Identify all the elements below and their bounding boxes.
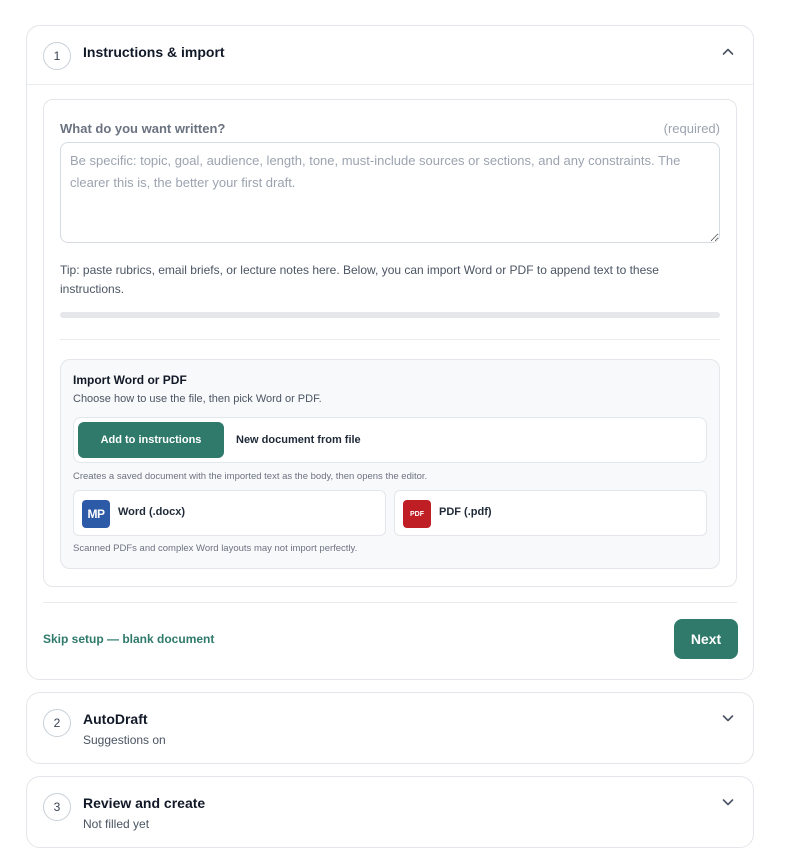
- step-3-card[interactable]: 3 Review and create Not filled yet: [26, 776, 754, 848]
- import-word-button[interactable]: MP Word (.docx): [73, 490, 386, 536]
- instructions-label: What do you want written?: [60, 121, 226, 136]
- chevron-down-icon[interactable]: [721, 711, 735, 725]
- import-subtitle: Choose how to use the file, then pick Wo…: [73, 393, 322, 405]
- step-3-subtitle: Not filled yet: [83, 817, 150, 831]
- instructions-textarea[interactable]: [60, 142, 720, 243]
- step-1-card: 1 Instructions & import What do you want…: [26, 25, 754, 680]
- import-section: Import Word or PDF Choose how to use the…: [60, 359, 720, 569]
- section-divider: [60, 339, 720, 340]
- pdf-label: PDF (.pdf): [439, 506, 492, 518]
- step-2-number: 2: [43, 709, 71, 737]
- step-1-number: 1: [43, 42, 71, 70]
- skip-setup-link[interactable]: Skip setup — blank document: [43, 632, 214, 646]
- header-divider: [27, 84, 753, 85]
- step-1-title: Instructions & import: [83, 44, 225, 60]
- import-title: Import Word or PDF: [73, 373, 187, 387]
- step-3-number: 3: [43, 793, 71, 821]
- step-3-title: Review and create: [83, 795, 206, 811]
- step-2-card[interactable]: 2 AutoDraft Suggestions on: [26, 692, 754, 764]
- import-mode-note: Creates a saved document with the import…: [73, 471, 428, 482]
- chevron-up-icon[interactable]: [721, 45, 735, 59]
- pdf-file-icon: PDF: [403, 500, 431, 528]
- import-footnote: Scanned PDFs and complex Word layouts ma…: [73, 543, 358, 554]
- word-file-icon: MP: [82, 500, 110, 528]
- footer-divider: [43, 602, 737, 603]
- import-mode-toggle: Add to instructions New document from fi…: [73, 417, 707, 463]
- new-document-from-file-button[interactable]: New document from file: [236, 422, 361, 458]
- instructions-panel: What do you want written? (required) Tip…: [43, 99, 737, 587]
- step-2-title: AutoDraft: [83, 711, 148, 727]
- tip-text: Tip: paste rubrics, email briefs, or lec…: [60, 263, 659, 296]
- progress-bar: [60, 312, 720, 318]
- step-2-subtitle: Suggestions on: [83, 733, 166, 747]
- import-pdf-button[interactable]: PDF PDF (.pdf): [394, 490, 707, 536]
- required-hint: (required): [663, 121, 720, 136]
- next-button[interactable]: Next: [674, 619, 738, 659]
- chevron-down-icon[interactable]: [721, 795, 735, 809]
- word-label: Word (.docx): [118, 506, 186, 518]
- add-to-instructions-button[interactable]: Add to instructions: [78, 422, 224, 458]
